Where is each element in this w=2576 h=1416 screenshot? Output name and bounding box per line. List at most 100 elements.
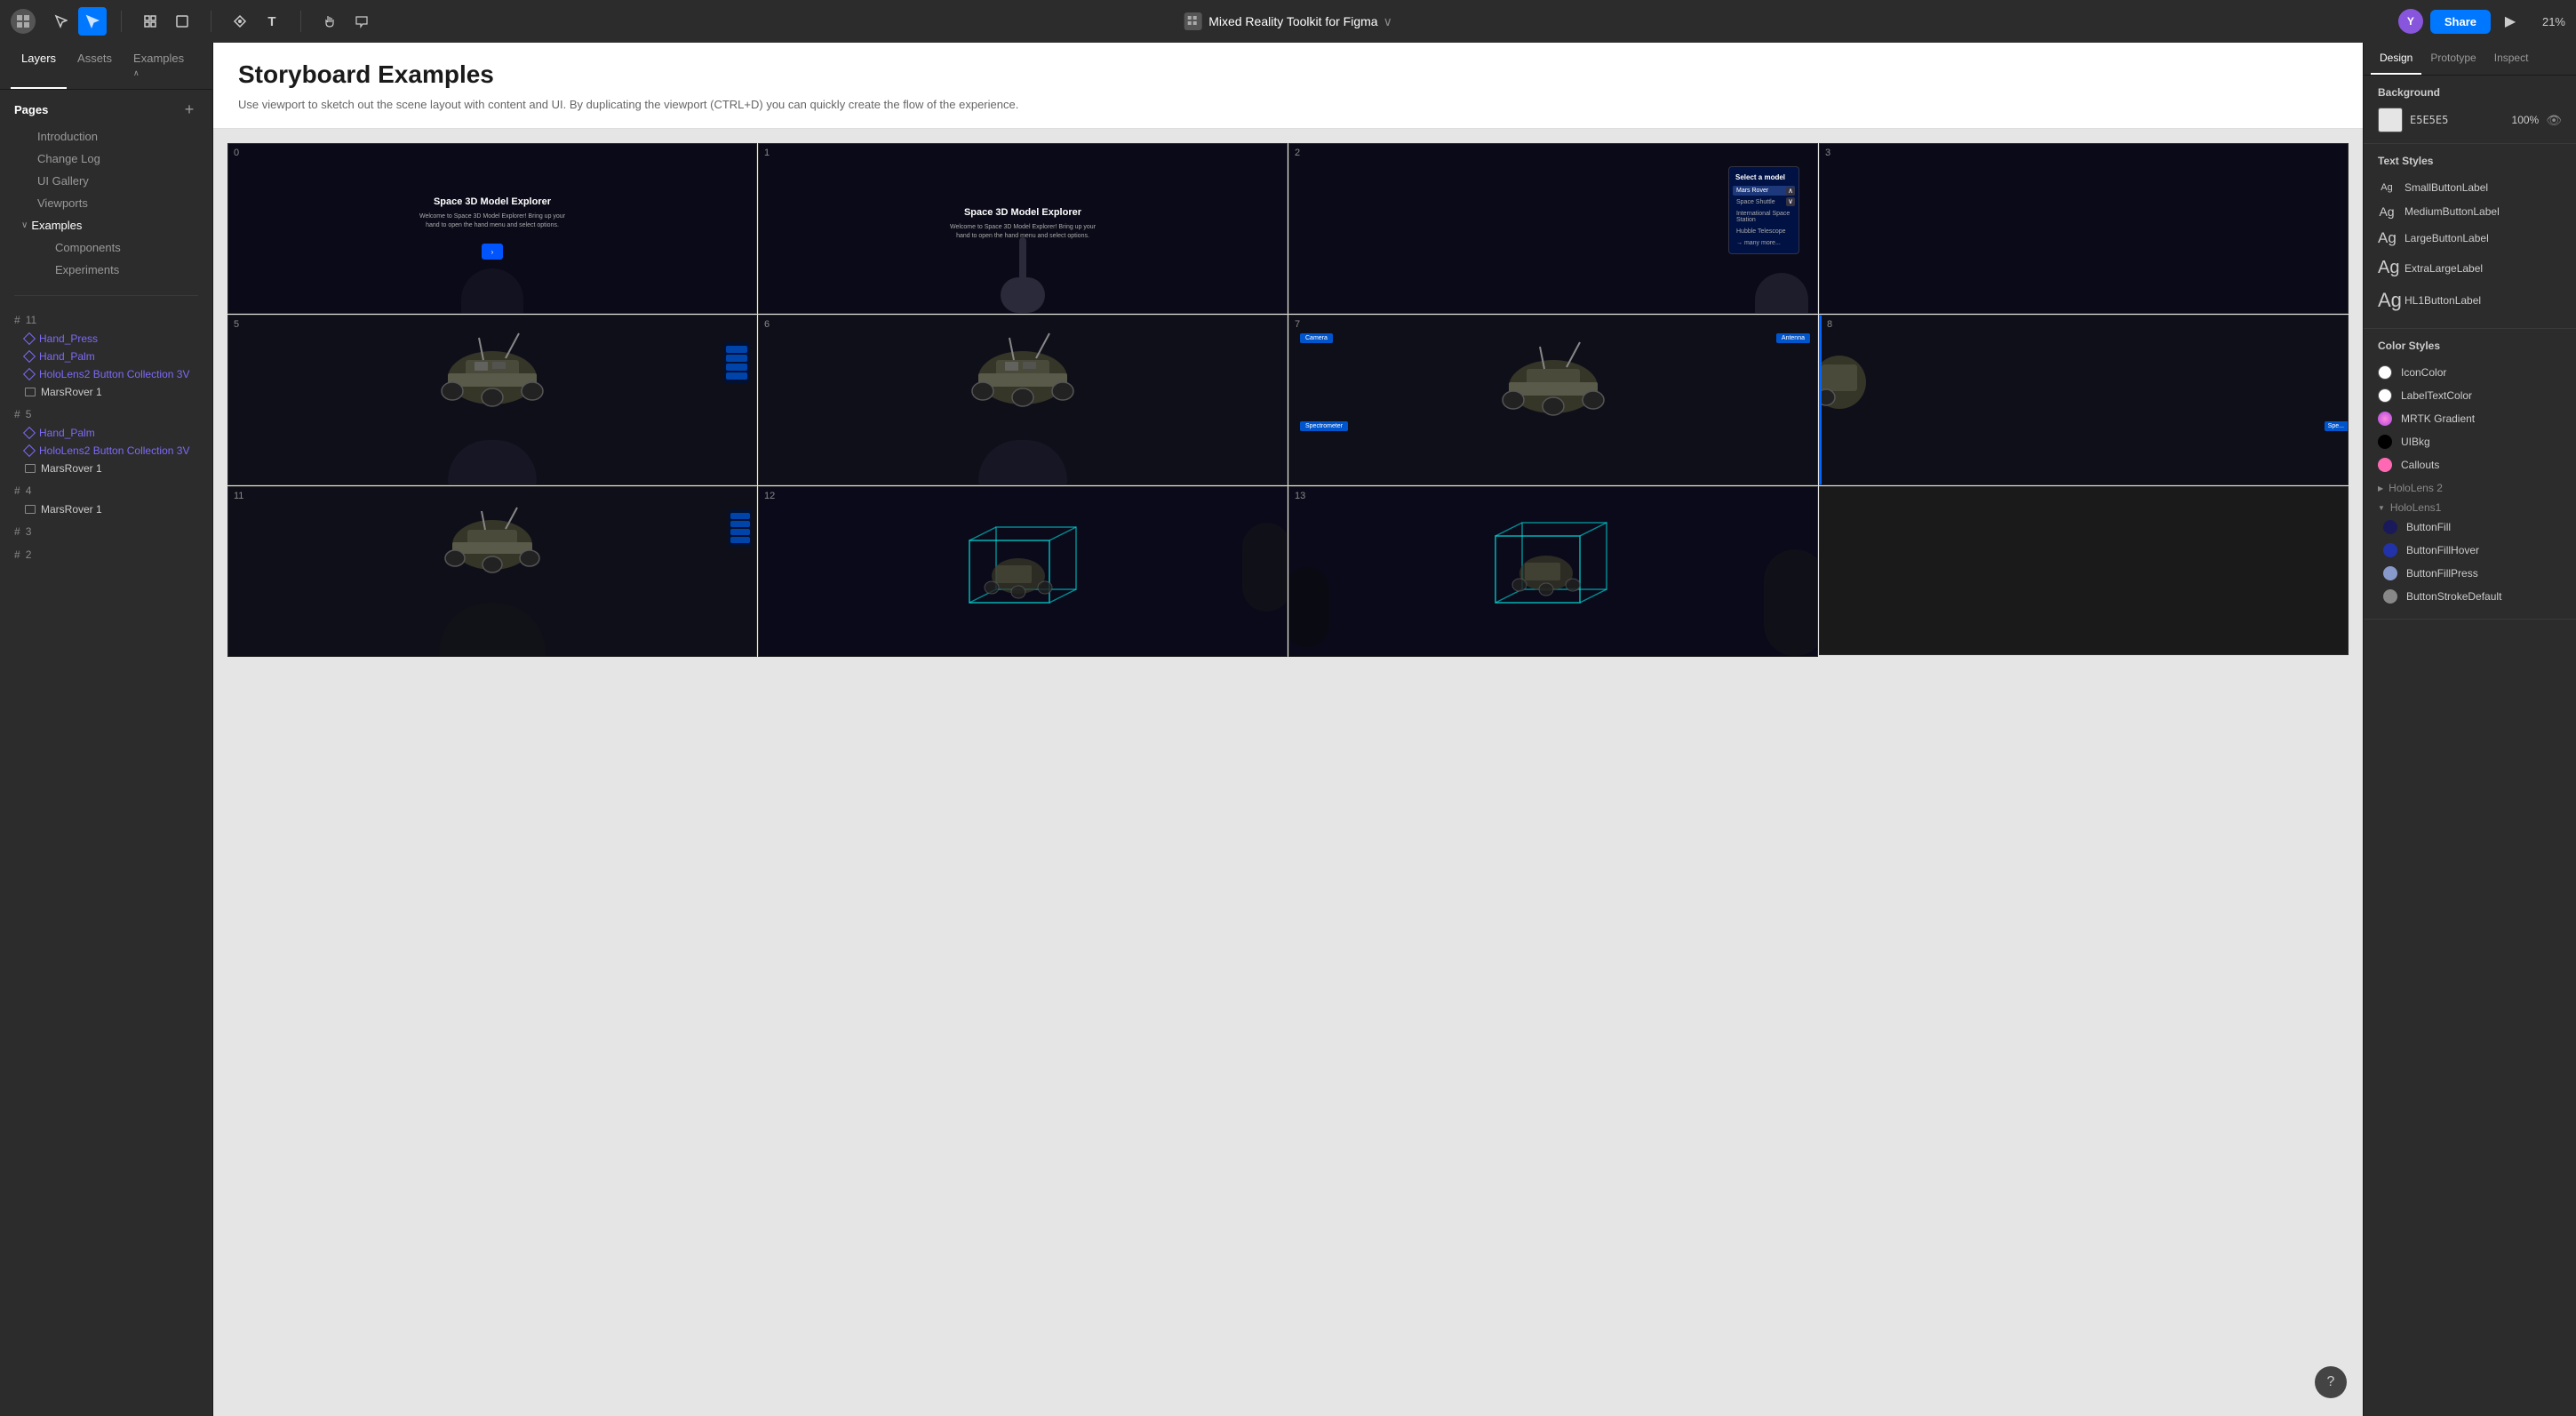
storyboard-cell-5[interactable]: 5 — [227, 315, 757, 485]
text-tool[interactable]: T — [258, 7, 286, 36]
tab-prototype[interactable]: Prototype — [2421, 43, 2484, 75]
storyboard-cell-11[interactable]: 11 — [227, 486, 757, 657]
text-style-hl1[interactable]: Ag HL1ButtonLabel — [2378, 284, 2562, 317]
comment-tool[interactable] — [347, 7, 376, 36]
pages-header: Pages + — [14, 100, 198, 118]
color-style-buttonfillhover[interactable]: ButtonFillHover — [2383, 539, 2562, 562]
page-item-changelog[interactable]: Change Log — [14, 148, 198, 170]
color-style-iconcolor[interactable]: IconColor — [2378, 361, 2562, 384]
add-page-button[interactable]: + — [180, 100, 198, 118]
text-style-ag-small: Ag — [2378, 182, 2396, 193]
buttonfillpress-label: ButtonFillPress — [2406, 567, 2478, 580]
storyboard-cell-2[interactable]: 2 Select a model Mars Rover› Space Shutt… — [1288, 143, 1818, 314]
page-item-introduction[interactable]: Introduction — [14, 125, 198, 148]
layer-hand-palm-1[interactable]: Hand_Palm — [0, 348, 212, 365]
bg-color-swatch[interactable] — [2378, 108, 2403, 132]
cell-number-0: 0 — [234, 148, 239, 158]
color-group-hololen2[interactable]: ▶ HoloLens 2 — [2378, 476, 2562, 496]
color-style-buttonstrokedefault[interactable]: ButtonStrokeDefault — [2383, 585, 2562, 608]
storyboard-cell-6[interactable]: 6 — [758, 315, 1288, 485]
user-avatar[interactable]: Y — [2398, 9, 2423, 34]
callouts-swatch — [2378, 458, 2392, 472]
storyboard-cell-1[interactable]: 1 Space 3D Model Explorer Welcome to Spa… — [758, 143, 1288, 314]
spec-partial-label: Spe... — [2325, 421, 2348, 431]
layer-group-header-2[interactable]: # 2 — [0, 545, 212, 564]
color-style-buttonfillpress[interactable]: ButtonFillPress — [2383, 562, 2562, 585]
color-style-mrtk[interactable]: MRTK Gradient — [2378, 407, 2562, 430]
cell-number-1: 1 — [764, 148, 770, 158]
color-style-buttonfill[interactable]: ButtonFill — [2383, 516, 2562, 539]
shape-tool[interactable] — [168, 7, 196, 36]
color-group-hololen1[interactable]: ▼ HoloLens1 — [2378, 496, 2562, 516]
tab-inspect[interactable]: Inspect — [2485, 43, 2538, 75]
storyboard-cell-13[interactable]: 13 — [1288, 486, 1818, 657]
color-group-hololen1-label: HoloLens1 — [2390, 501, 2441, 514]
move-tool[interactable] — [46, 7, 75, 36]
layers-section: # 11 Hand_Press Hand_Palm HoloLens2 Butt… — [0, 303, 212, 1416]
page-item-experiments[interactable]: Experiments — [32, 259, 198, 281]
text-style-medium[interactable]: Ag MediumButtonLabel — [2378, 199, 2562, 224]
buttonfillpress-swatch — [2383, 566, 2397, 580]
share-button[interactable]: Share — [2430, 10, 2491, 34]
sep1 — [121, 11, 122, 32]
layer-hololen2-btn-2[interactable]: HoloLens2 Button Collection 3V — [0, 442, 212, 460]
color-style-labeltextcolor[interactable]: LabelTextColor — [2378, 384, 2562, 407]
layer-marsrover-1a[interactable]: MarsRover 1 — [0, 383, 212, 401]
layer-group-header-4[interactable]: # 4 — [0, 481, 212, 500]
text-style-name-hl1: HL1ButtonLabel — [2405, 294, 2481, 307]
visibility-toggle[interactable]: 👁 — [2546, 113, 2562, 128]
layer-group-num: 5 — [26, 408, 32, 420]
right-panel: Design Prototype Inspect Background E5E5… — [2363, 43, 2576, 1416]
frame-tool[interactable] — [136, 7, 164, 36]
select-tool[interactable] — [78, 7, 107, 36]
text-style-ag-medium: Ag — [2378, 204, 2396, 219]
cell-number-8: 8 — [1827, 319, 1832, 330]
layer-group-num: 2 — [26, 548, 32, 561]
help-button[interactable]: ? — [2315, 1366, 2347, 1398]
cell-number-6: 6 — [764, 319, 770, 330]
file-title[interactable]: Mixed Reality Toolkit for Figma ∨ — [1208, 14, 1392, 29]
hand-tool[interactable] — [315, 7, 344, 36]
page-item-gallery[interactable]: UI Gallery — [14, 170, 198, 192]
layer-group-3: # 3 — [0, 522, 212, 541]
storyboard-cell-8[interactable]: 8 Spe... — [1819, 315, 2349, 485]
canvas-area[interactable]: Storyboard Examples Use viewport to sket… — [213, 43, 2363, 1416]
text-style-large[interactable]: Ag LargeButtonLabel — [2378, 224, 2562, 252]
storyboard-cell-12[interactable]: 12 — [758, 486, 1288, 657]
layer-group-header-3[interactable]: # 3 — [0, 522, 212, 541]
layer-group-header-11[interactable]: # 11 — [0, 310, 212, 330]
text-style-small[interactable]: Ag SmallButtonLabel — [2378, 176, 2562, 199]
tab-examples[interactable]: Examples ∧ — [123, 43, 202, 89]
cell-number-5: 5 — [234, 319, 239, 330]
layer-marsrover-5[interactable]: MarsRover 1 — [0, 460, 212, 477]
tab-assets[interactable]: Assets — [67, 43, 123, 89]
text-style-ag-hl1: Ag — [2378, 289, 2396, 312]
tab-layers[interactable]: Layers — [11, 43, 67, 89]
tab-design[interactable]: Design — [2371, 43, 2421, 75]
pen-tool[interactable] — [226, 7, 254, 36]
text-style-xlarge[interactable]: Ag ExtraLargeLabel — [2378, 252, 2562, 284]
storyboard-cell-7[interactable]: 7 Camera — [1288, 315, 1818, 485]
cell-number-2: 2 — [1295, 148, 1300, 158]
layer-group-num: 4 — [26, 484, 32, 497]
layer-hololen2-btn-1[interactable]: HoloLens2 Button Collection 3V — [0, 365, 212, 383]
storyboard-cell-0[interactable]: 0 Space 3D Model Explorer Welcome to Spa… — [227, 143, 757, 314]
color-style-callouts[interactable]: Callouts — [2378, 453, 2562, 476]
text-style-ag-xlarge: Ag — [2378, 258, 2396, 278]
layer-marsrover-4[interactable]: MarsRover 1 — [0, 500, 212, 518]
toolbar-right: Y Share ▶ 21% — [2398, 9, 2565, 34]
layer-hand-palm-2[interactable]: Hand_Palm — [0, 424, 212, 442]
layer-group-header-5[interactable]: # 5 — [0, 404, 212, 424]
color-styles-section: Color Styles IconColor LabelTextColor MR… — [2364, 329, 2576, 620]
app-logo[interactable] — [11, 9, 36, 34]
page-item-examples[interactable]: ∨ Examples — [14, 214, 198, 236]
diamond-icon — [23, 368, 36, 380]
layer-hand-press[interactable]: Hand_Press — [0, 330, 212, 348]
image-icon — [25, 464, 36, 473]
play-button[interactable]: ▶ — [2498, 9, 2523, 34]
page-item-components[interactable]: Components — [32, 236, 198, 259]
storyboard-cell-3[interactable]: 3 — [1819, 143, 2349, 314]
page-item-viewports[interactable]: Viewports — [14, 192, 198, 214]
uibkg-swatch — [2378, 435, 2392, 449]
color-style-uibkg[interactable]: UIBkg — [2378, 430, 2562, 453]
